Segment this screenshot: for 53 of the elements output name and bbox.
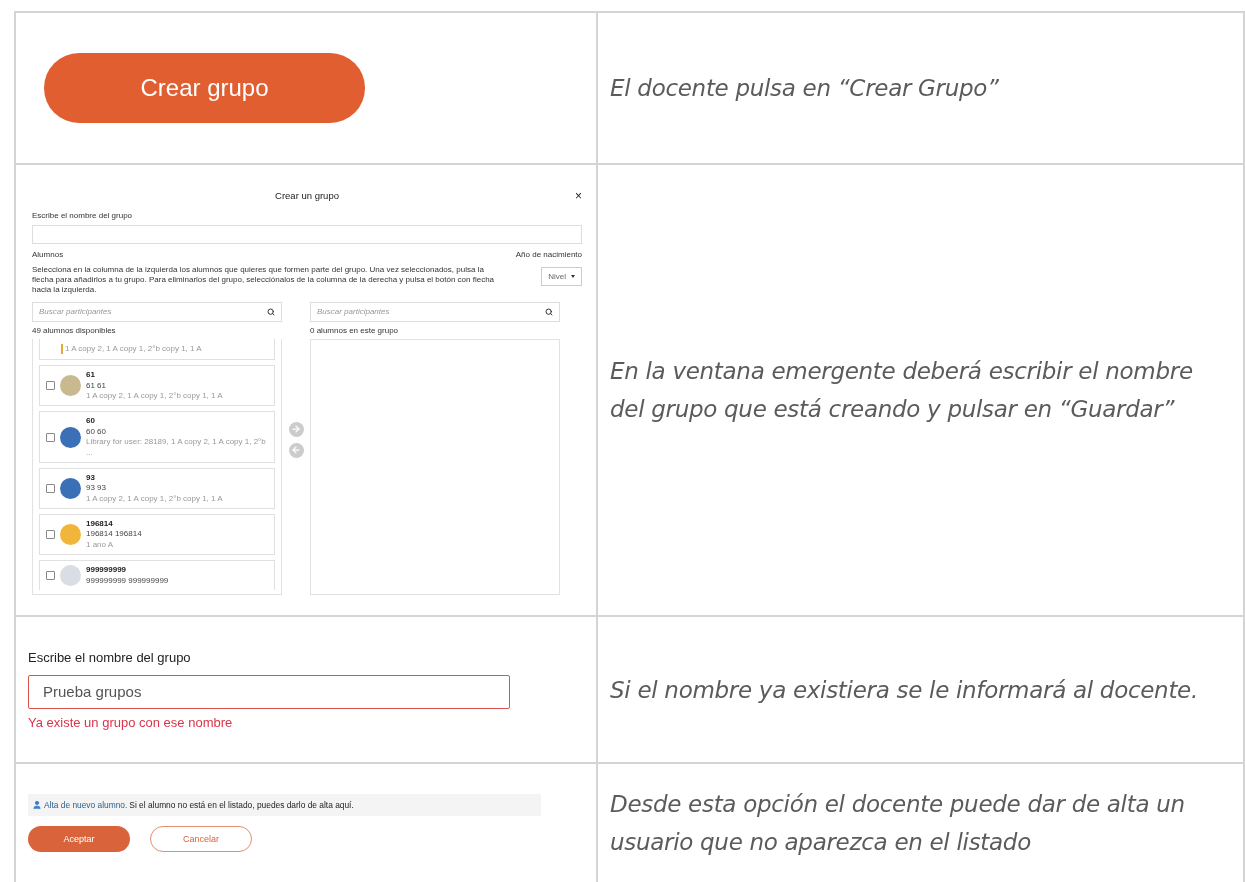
- student-groups: 1 A copy 2, 1 A copy 1, 2°b copy 1, 1 A: [86, 390, 223, 402]
- student-name: 61: [86, 370, 96, 381]
- student-groups: Library for user: 28189, 1 A copy 2, 1 A copy 1, 2°b ...: [86, 437, 268, 458]
- student-card[interactable]: 60 60 60 Library for user: 28189, 1 A copy 2, 1 A copy 1, 2°b ...: [39, 411, 275, 463]
- cancel-button[interactable]: Cancelar: [150, 826, 252, 852]
- student-full-name: 999999999 999999999: [86, 575, 169, 587]
- field-label: Escribe el nombre del grupo: [32, 210, 134, 222]
- student-name: 60: [86, 416, 96, 427]
- student-full-name: 60 60: [86, 426, 108, 438]
- level-select[interactable]: Nivel: [541, 266, 582, 286]
- checkbox[interactable]: [46, 530, 55, 540]
- group-name-field[interactable]: [32, 225, 582, 245]
- close-button[interactable]: ×: [575, 188, 582, 203]
- student-groups: 1 A copy 2, 1 A copy 1, 2°b copy 1, 1 A: [61, 343, 202, 355]
- student-card[interactable]: 999999999 999999999 999999999: [39, 560, 275, 591]
- step-description: El docente pulsa en “Crear Grupo”: [610, 74, 1000, 103]
- section-label: Alumnos: [32, 250, 64, 261]
- student-card[interactable]: 93 93 93 1 A copy 2, 1 A copy 1, 2°b copy 1, 1 A: [39, 467, 275, 510]
- new-student-notice: Alta de nuevo alumno. Si el alumno no está en el listado, puedes darlo de alta aquí.: [28, 794, 541, 816]
- caret-icon: [571, 274, 575, 278]
- available-count: 49 alumnos disponibles: [32, 325, 117, 337]
- step-description: Si el nombre ya existiera se le informará al docente.: [610, 675, 1199, 705]
- student-groups: 1 A copy 2, 1 A copy 1, 2°b copy 1, 1 A: [86, 493, 223, 505]
- instructions-text: Selecciona en la columna de la izquierda los alumnos que quieres que formen parte del grupo. Una vez seleccionados, pulsa la flecha para añadirlos a tu grupo. Para eliminarlos del grupo, selecciónalos de la columna de la derecha y pulsa el botón con flecha hacia la izquierda.: [32, 264, 496, 296]
- accept-button[interactable]: Aceptar: [28, 826, 130, 852]
- student-card[interactable]: 61 61 61 1 A copy 2, 1 A copy 1, 2°b copy 1, 1 A: [39, 365, 275, 407]
- checkbox[interactable]: [46, 381, 55, 391]
- arrow-left-icon: [291, 445, 301, 456]
- arrow-right-icon: [291, 424, 301, 435]
- student-name: 93: [86, 472, 96, 484]
- student-groups: 1 ano A: [86, 539, 142, 551]
- group-name-input[interactable]: Prueba grupos: [28, 674, 510, 709]
- student-full-name: 196814 196814: [86, 529, 142, 540]
- group-count: 0 alumnos en este grupo: [310, 325, 400, 337]
- student-full-name: 93 93: [86, 483, 108, 494]
- new-student-link[interactable]: Alta de nuevo alumno.: [44, 800, 128, 810]
- checkbox[interactable]: [46, 432, 55, 442]
- checkbox[interactable]: [46, 484, 55, 493]
- field-label: Escribe el nombre del grupo: [28, 649, 192, 665]
- dialog-title: Crear un grupo: [275, 189, 339, 202]
- student-full-name: 61 61: [86, 380, 108, 391]
- error-message: Ya existe un grupo con ese nombre: [28, 714, 234, 730]
- step-description: Desde esta opción el docente puede dar de alta un usuario que no aparezca en el listado: [610, 790, 1186, 857]
- student-card[interactable]: 196814 196814 196814 1 ano A: [39, 514, 275, 556]
- birth-year-label: Año de nacimiento: [515, 250, 582, 261]
- create-group-button[interactable]: Crear grupo: [44, 53, 365, 123]
- user-icon: [32, 800, 42, 810]
- student-name: 196814: [86, 519, 114, 530]
- search-icon: [267, 307, 275, 316]
- search-icon: [545, 307, 553, 316]
- checkbox[interactable]: [46, 571, 55, 581]
- student-name: 999999999: [86, 565, 128, 576]
- step-description: En la ventana emergente deberá escribir el nombre del grupo que está creando y pulsar en “Guardar”: [610, 357, 1194, 424]
